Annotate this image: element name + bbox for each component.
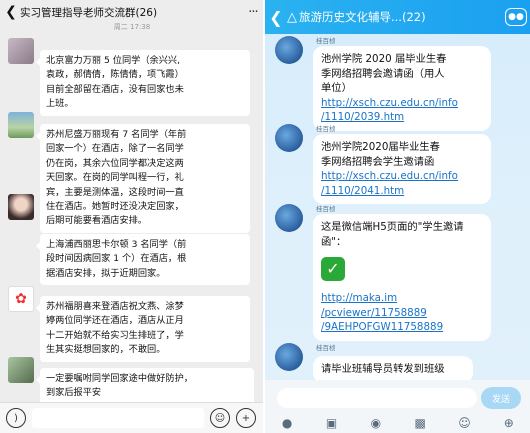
message-line: 宾，主要是测体温，这段时间一直 [46, 186, 184, 198]
message-bubble[interactable]: 上海浦西丽思卡尔顿 3 名同学（前 段时间因病回家 1 个）在酒店，根 据酒店安… [36, 234, 250, 286]
message-line: 单位） [321, 82, 352, 95]
more-icon[interactable]: ··· [242, 5, 263, 20]
avatar[interactable]: ✿ [8, 286, 34, 312]
message-line: 到家后报平安 [46, 387, 102, 399]
message-line: 回家一个）在酒店，除了一名同学 [46, 143, 184, 155]
message-bubble[interactable]: 苏州福朋喜来登酒店祝文燕、涂梦 婷两位同学还在酒店，酒店从正月 十二开始就不给实… [36, 296, 250, 362]
wechat-check-icon: ✓ [321, 257, 345, 282]
message-line: 天回家。在岗的同学叫程一行，礼 [46, 172, 184, 184]
message-bubble[interactable]: 池州学院 2020 届毕业生春 季网络招聘会邀请函（用人 单位） http://… [313, 46, 491, 131]
message-line: 季网络招聘会学生邀请函 [321, 155, 435, 168]
message-bubble[interactable]: 北京富力万丽 5 位同学（余兴兴, 袁政，郝倩倩，陈倩倩，项飞霞） 目前全部留在… [36, 50, 250, 116]
sender-name: 桂百桢 [316, 125, 336, 133]
avatar[interactable] [8, 38, 34, 64]
avatar[interactable] [8, 357, 34, 383]
message-line: 袁政，郝倩倩，陈倩倩，项飞霞） [46, 69, 184, 81]
group-title: 实习管理指导老师交流群(26) [20, 6, 158, 19]
message-line: 目前全部留在酒店，没有回家也未 [46, 83, 184, 95]
plus-icon[interactable]: + [236, 408, 256, 428]
message-line: 生其实挺想回家的，不敢回。 [46, 344, 166, 356]
avatar[interactable] [275, 124, 303, 152]
message-bubble[interactable]: 苏州尼盛万丽现有 7 名同学（年前 回家一个）在酒店，除了一名同学 仍在岗，其余… [36, 124, 250, 233]
image-icon[interactable]: ▣ [323, 416, 339, 430]
link[interactable]: http://xsch.czu.edu.cn/info [321, 96, 483, 111]
camera-icon[interactable]: ◉ [368, 416, 384, 430]
flame-icon: △ [287, 9, 297, 25]
message-line: 北京富力万丽 5 位同学（余兴兴, [46, 55, 181, 66]
flower-icon: ✿ [15, 291, 27, 307]
message-line: 婷两位同学还在酒店，酒店从正月 [46, 315, 184, 327]
link[interactable]: /9AEHPOFGW11758889 [321, 320, 483, 335]
message-line: 后期可能要看酒店安排。 [46, 215, 148, 227]
emoji-icon[interactable]: ☺ [456, 416, 472, 430]
message-line: 函"： [321, 235, 347, 248]
message-line: 段时间因病回家 1 个）在酒店，根 [46, 253, 187, 265]
avatar[interactable] [275, 204, 303, 232]
message-bubble[interactable]: 池州学院2020届毕业生春 季网络招聘会学生邀请函 http://xsch.cz… [313, 134, 491, 205]
message-line: 苏州福朋喜来登酒店祝文燕、涂梦 [46, 301, 184, 312]
message-line: 池州学院 2020 届毕业生春 [321, 53, 447, 65]
sender-name: 桂百桢 [316, 205, 336, 213]
qq-pane: ❮ △ 旅游历史文化辅导...(22) ●● 桂百桢 池州学院 2020 届毕业… [265, 0, 530, 433]
screenshot-root: ❮ 实习管理指导老师交流群(26) ··· 周二 17:38 北京富力万丽 5 … [0, 0, 530, 433]
message-bubble[interactable]: 一定要嘱咐同学回家途中做好防护， 到家后报平安 [36, 368, 254, 405]
avatar[interactable] [275, 343, 303, 371]
message-input[interactable] [277, 388, 477, 408]
send-button[interactable]: 发送 [481, 387, 521, 409]
wechat-pane: ❮ 实习管理指导老师交流群(26) ··· 周二 17:38 北京富力万丽 5 … [0, 0, 263, 433]
message-line: 据酒店安排，拟于近期回家。 [46, 267, 166, 279]
back-icon[interactable]: ❮ [2, 4, 20, 20]
avatar[interactable] [275, 36, 303, 64]
link[interactable]: /1110/2041.htm [321, 184, 483, 199]
group-title: 旅游历史文化辅导...(22) [299, 10, 426, 24]
group-members-icon[interactable]: ●● [505, 8, 527, 26]
emoji-icon[interactable]: ☺ [210, 408, 230, 428]
plus-icon[interactable]: ⊕ [501, 416, 517, 430]
red-packet-icon[interactable]: ▩ [412, 416, 428, 430]
toolbar: ● ▣ ◉ ▩ ☺ ⊕ [265, 414, 530, 432]
input-bar: ) ☺ + [0, 402, 263, 433]
link[interactable]: http://maka.im [321, 291, 483, 306]
link[interactable]: /pcviewer/11758889 [321, 306, 483, 321]
message-line: 请毕业班辅导员转发到班级 [321, 363, 445, 375]
message-line: 苏州尼盛万丽现有 7 名同学（年前 [46, 129, 187, 140]
message-line: 季网络招聘会邀请函（用人 [321, 67, 445, 80]
message-line: 上海浦西丽思卡尔顿 3 名同学（前 [46, 239, 187, 250]
message-line: 上班。 [46, 98, 74, 110]
sender-name: 桂百桢 [316, 344, 336, 352]
avatar[interactable] [8, 194, 34, 220]
message-line: 十二开始就不给实习生排班了，学 [46, 329, 184, 341]
message-line: 仍在岗，其余六位同学都决定这两 [46, 157, 184, 169]
message-line: 一定要嘱咐同学回家途中做好防护， [46, 373, 193, 384]
voice-icon[interactable]: ) [6, 408, 26, 428]
link[interactable]: /1110/2039.htm [321, 110, 483, 125]
link[interactable]: http://xsch.czu.edu.cn/info [321, 169, 483, 184]
message-line: 住在酒店。她暂时还没决定回家， [46, 201, 184, 213]
message-line: 这是微信端H5页面的"学生邀请 [321, 221, 464, 233]
message-line: 池州学院2020届毕业生春 [321, 141, 440, 153]
back-icon[interactable]: ❮ [265, 8, 287, 27]
message-input[interactable] [32, 408, 204, 428]
message-bubble[interactable]: 这是微信端H5页面的"学生邀请 函"： ✓ http://maka.im /pc… [313, 214, 491, 341]
wechat-header: ❮ 实习管理指导老师交流群(26) ··· [0, 0, 263, 24]
input-bar: 发送 ● ▣ ◉ ▩ ☺ ⊕ [265, 380, 530, 433]
qq-header: ❮ △ 旅游历史文化辅导...(22) ●● [265, 0, 530, 34]
microphone-icon[interactable]: ● [279, 416, 295, 430]
timestamp: 周二 17:38 [113, 23, 151, 31]
avatar[interactable] [8, 112, 34, 138]
message-bubble[interactable]: 请毕业班辅导员转发到班级 [313, 356, 473, 383]
sender-name: 桂百桢 [316, 37, 336, 45]
